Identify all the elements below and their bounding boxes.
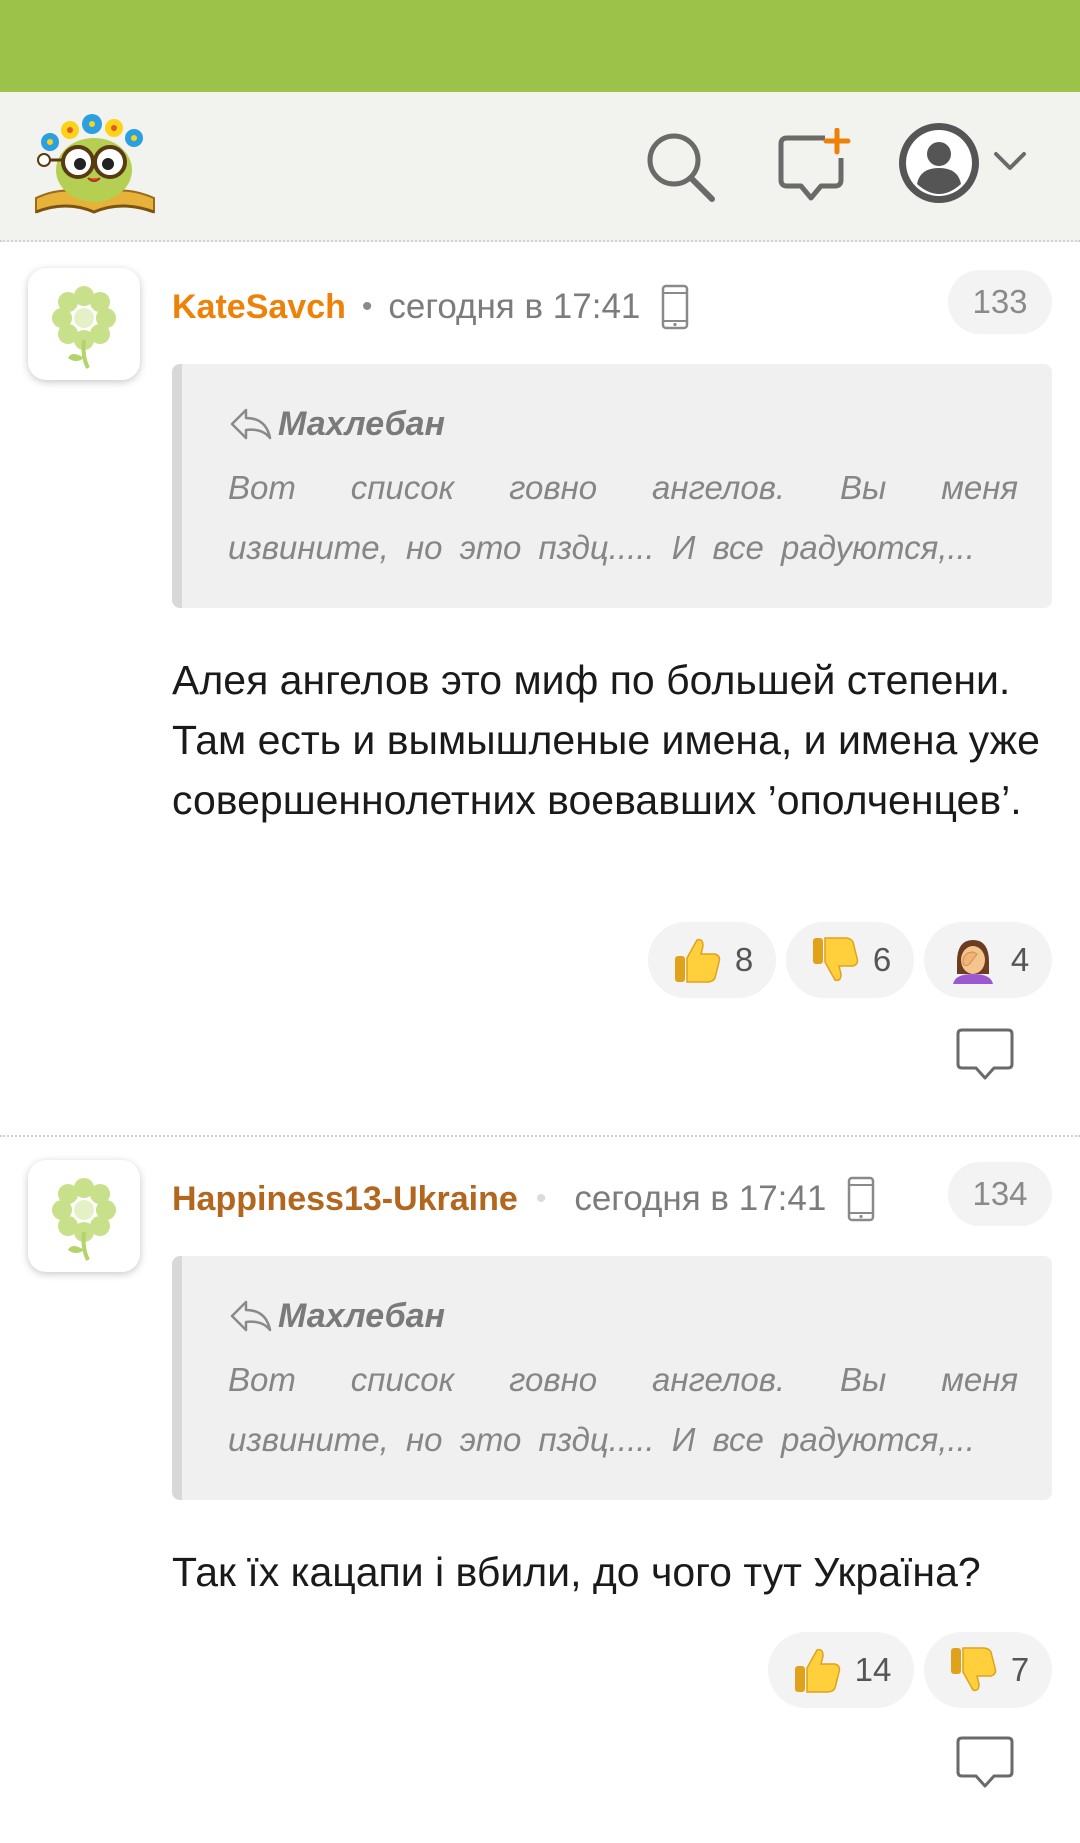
reaction-like-button[interactable]: 14 [768, 1632, 914, 1708]
comment-text: Алея ангелов это миф по большей степени.… [172, 657, 1040, 823]
smiling-owl-book-logo[interactable] [30, 112, 160, 222]
comment-time[interactable]: сегодня в 17:41 [574, 1179, 826, 1219]
reaction-count: 7 [1010, 1651, 1030, 1688]
comment-meta: KateSavch • сегодня в 17:41 [172, 282, 690, 332]
meta-separator: • [535, 1182, 547, 1215]
quote-author: Махлебан [228, 400, 445, 448]
reaction-dislike-button[interactable]: 7 [924, 1632, 1052, 1708]
reaction-count: 4 [1010, 941, 1030, 978]
reply-arrow-icon [230, 408, 272, 440]
thumbs-up-icon [674, 938, 721, 983]
quote-text-line: Вот список говно ангелов. Вы меня [228, 1361, 1018, 1398]
chevron-down-icon[interactable] [990, 144, 1030, 180]
mobile-phone-icon [848, 1176, 875, 1222]
search-icon[interactable] [642, 128, 720, 206]
reply-bubble-icon[interactable] [956, 1734, 1014, 1790]
reply-bubble-icon[interactable] [956, 1026, 1014, 1082]
quote-author: Махлебан [228, 1292, 445, 1340]
quoted-comment[interactable]: Махлебан Вот список говно ангелов. Вы ме… [172, 364, 1052, 608]
mobile-phone-icon [662, 284, 689, 330]
reaction-facepalm-button[interactable]: 4 [924, 922, 1052, 998]
reply-arrow-icon [230, 1300, 272, 1332]
profile-avatar-icon[interactable] [898, 122, 980, 204]
facepalm-icon [952, 940, 993, 984]
reaction-dislike-button[interactable]: 6 [786, 922, 914, 998]
reaction-count: 8 [734, 941, 754, 978]
thumbs-down-icon [950, 1647, 997, 1692]
author-name[interactable]: Happiness13-Ukraine [172, 1180, 518, 1219]
reaction-count: 14 [854, 1651, 892, 1688]
quote-text-line: извините, но это пздц..... И все радуютс… [228, 529, 975, 566]
comment: Happiness13-Ukraine • сегодня в 17:41 13… [0, 1136, 1080, 1843]
comment-number-badge[interactable]: 134 [948, 1162, 1052, 1226]
comment-meta: Happiness13-Ukraine • сегодня в 17:41 [172, 1174, 876, 1224]
quote-author-name: Махлебан [278, 1296, 446, 1335]
thumbs-up-icon [794, 1648, 840, 1693]
reactions-bar: 14 7 [768, 1632, 1052, 1708]
reaction-count: 6 [872, 941, 892, 978]
thumbs-down-icon [812, 937, 859, 982]
comment-time[interactable]: сегодня в 17:41 [388, 287, 640, 327]
new-comment-icon[interactable] [775, 127, 853, 206]
reaction-like-button[interactable]: 8 [648, 922, 776, 998]
avatar[interactable] [28, 1160, 140, 1272]
quote-text-line: извините, но это пздц..... И все радуютс… [228, 1421, 975, 1458]
quote-author-name: Махлебан [278, 404, 446, 443]
comment-text: Так їх кацапи і вбили, до чого тут Украї… [172, 1549, 981, 1595]
meta-separator: • [361, 290, 373, 323]
app-header [0, 92, 1080, 242]
reactions-bar: 8 6 4 [648, 922, 1052, 998]
quote-text-line: Вот список говно ангелов. Вы меня [228, 469, 1018, 506]
avatar[interactable] [28, 268, 140, 380]
author-name[interactable]: KateSavch [172, 288, 346, 327]
comment-number-badge[interactable]: 133 [948, 270, 1052, 334]
status-bar [0, 0, 1080, 92]
comment: KateSavch • сегодня в 17:41 133 Махлебан… [0, 244, 1080, 1134]
quoted-comment[interactable]: Махлебан Вот список говно ангелов. Вы ме… [172, 1256, 1052, 1500]
